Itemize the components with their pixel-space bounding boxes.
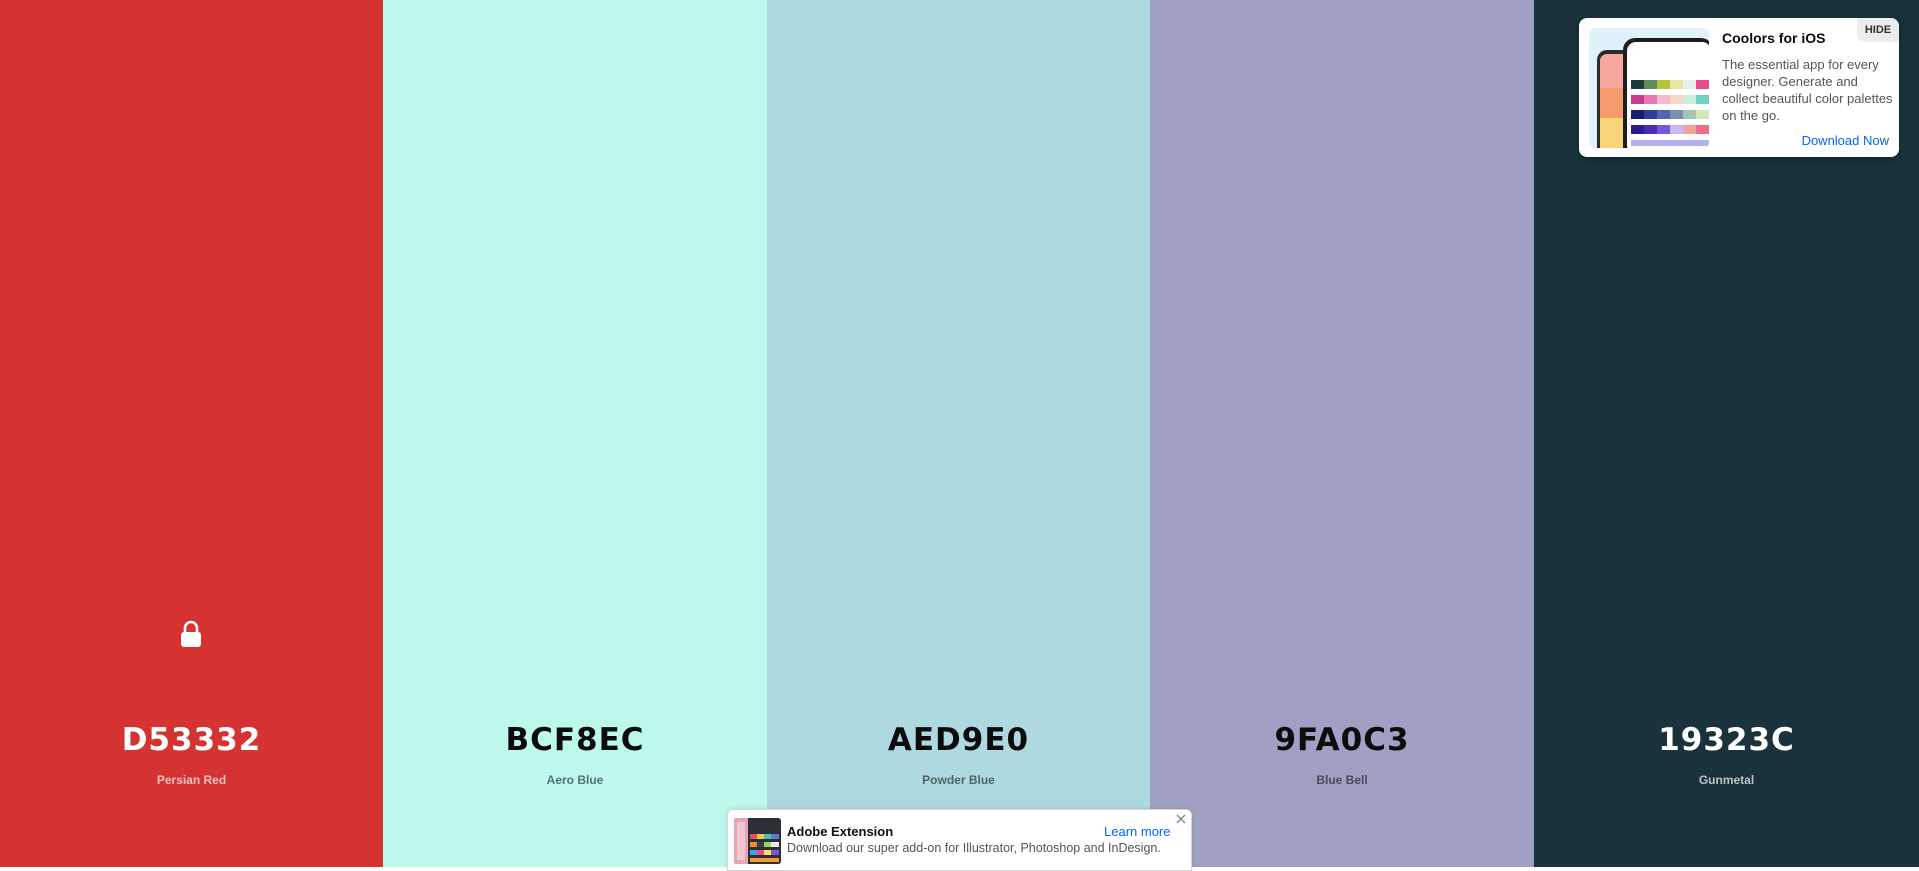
color-hex-code[interactable]: 19323C bbox=[1534, 722, 1919, 758]
close-icon[interactable] bbox=[1175, 813, 1187, 825]
learn-more-link[interactable]: Learn more bbox=[1104, 824, 1170, 839]
adobe-extension-banner: Adobe Extension Download our super add-o… bbox=[727, 809, 1192, 871]
color-swatch-2[interactable]: BCF8EC Aero Blue bbox=[383, 0, 767, 867]
color-name: Persian Red bbox=[156, 773, 227, 787]
color-hex-code[interactable]: BCF8EC bbox=[383, 722, 767, 758]
color-swatch-3[interactable]: AED9E0 Powder Blue bbox=[767, 0, 1150, 867]
color-hex-code[interactable]: AED9E0 bbox=[767, 722, 1150, 758]
hide-button[interactable]: HIDE bbox=[1857, 18, 1899, 42]
color-name: Blue Bell bbox=[1316, 773, 1368, 787]
promo-title: Coolors for iOS bbox=[1722, 30, 1826, 46]
color-name: Gunmetal bbox=[1698, 773, 1755, 787]
ios-promo-card: Coolors for iOS The essential app for ev… bbox=[1579, 18, 1899, 157]
download-now-link[interactable]: Download Now bbox=[1802, 133, 1889, 148]
phone-app-preview-icon bbox=[1589, 28, 1709, 148]
banner-title: Adobe Extension bbox=[787, 824, 894, 839]
extension-preview-icon bbox=[734, 818, 781, 864]
color-name: Powder Blue bbox=[922, 773, 995, 787]
promo-description: The essential app for every designer. Ge… bbox=[1722, 57, 1893, 123]
color-swatch-4[interactable]: 9FA0C3 Blue Bell bbox=[1150, 0, 1534, 867]
color-hex-code[interactable]: 9FA0C3 bbox=[1150, 722, 1534, 758]
banner-description: Download our super add-on for Illustrato… bbox=[787, 841, 1161, 855]
color-hex-code[interactable]: D53332 bbox=[0, 722, 383, 758]
color-swatch-1[interactable]: D53332 Persian Red bbox=[0, 0, 383, 867]
color-name: Aero Blue bbox=[546, 773, 604, 787]
lock-icon[interactable] bbox=[179, 620, 203, 648]
